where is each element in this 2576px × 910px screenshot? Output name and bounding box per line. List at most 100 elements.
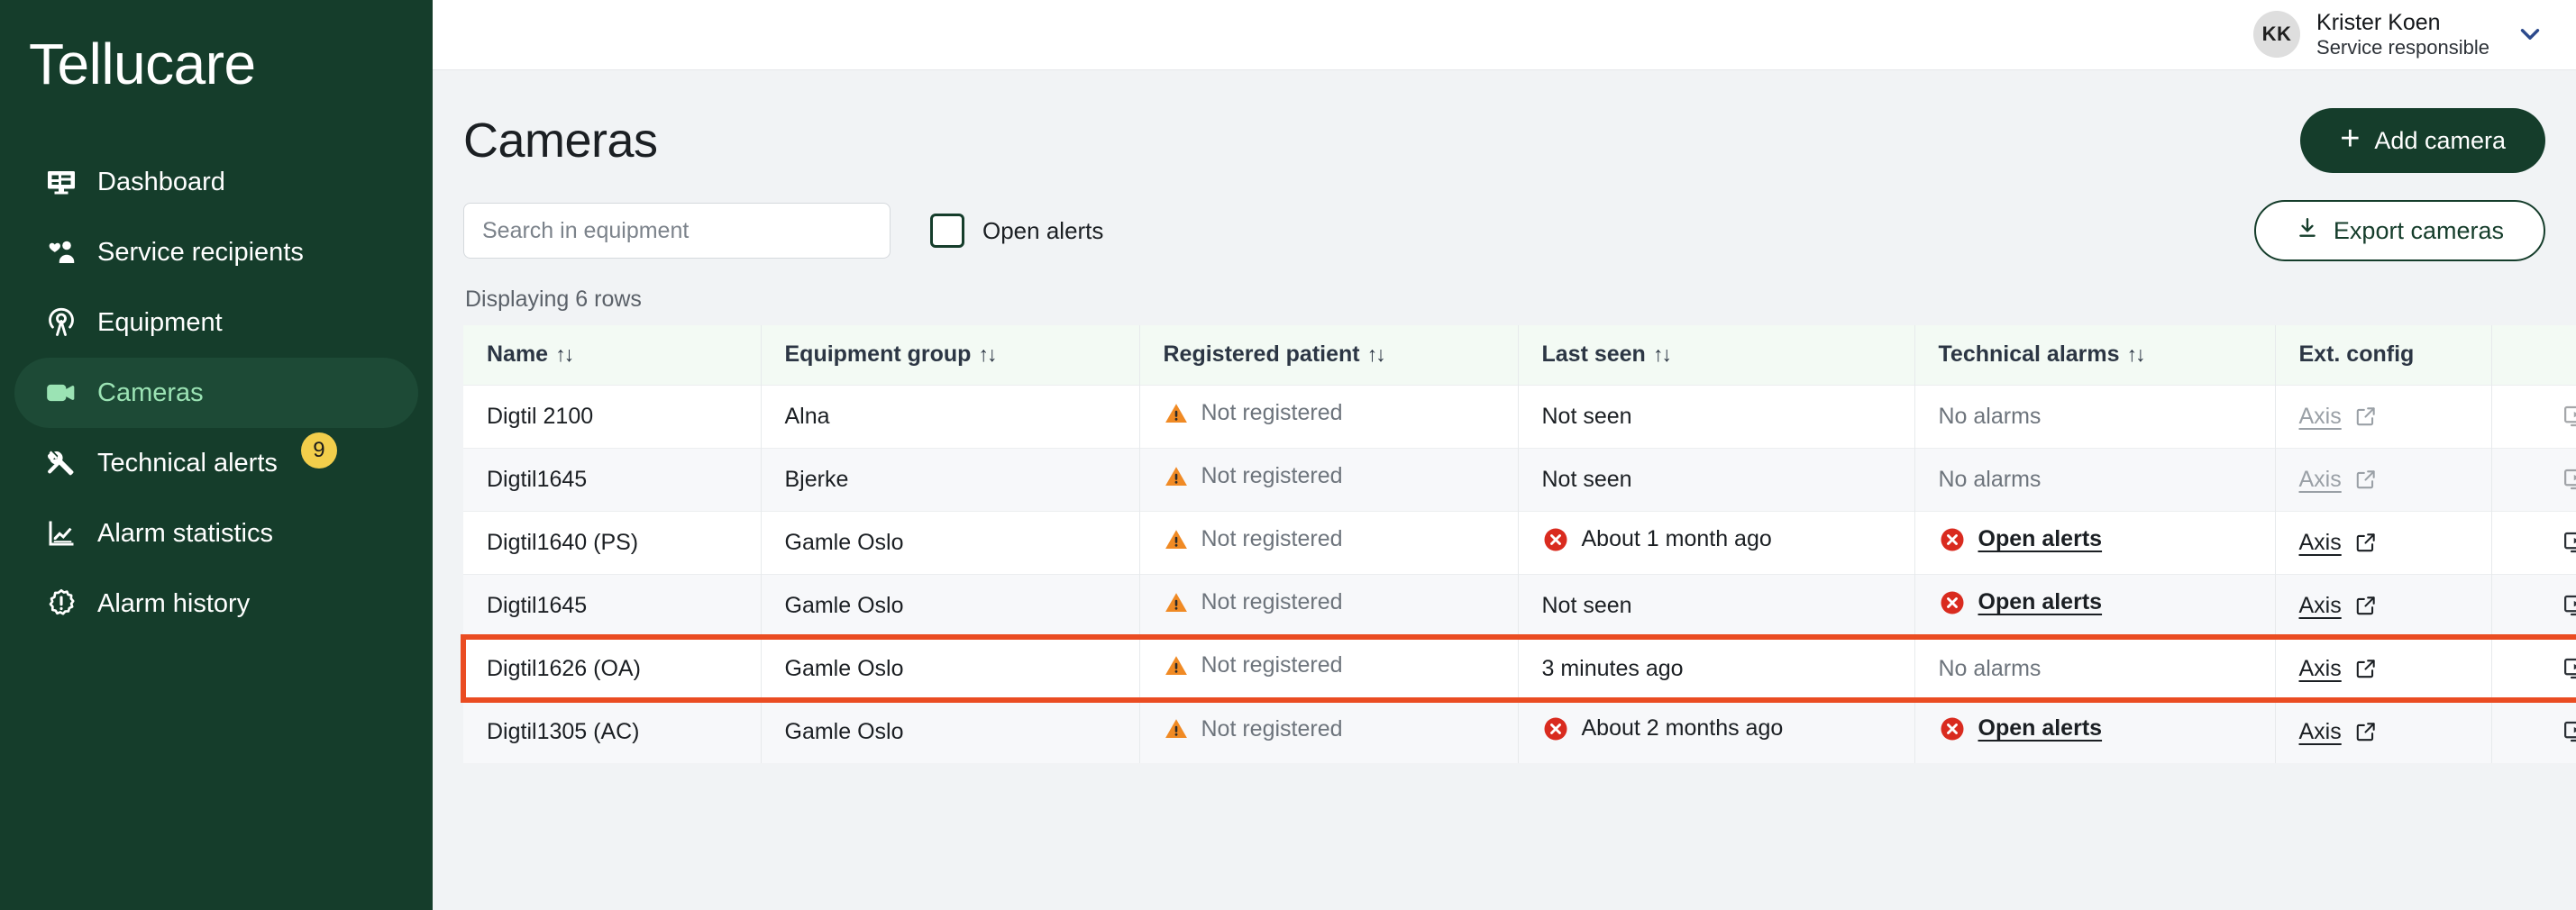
alert-burst-icon xyxy=(45,587,78,620)
ext-config-label: Axis xyxy=(2298,466,2342,492)
warning-triangle-icon xyxy=(1164,527,1189,552)
column-header-label: Last seen xyxy=(1541,341,1646,368)
column-header-last-seen[interactable]: Last seen ↑↓ xyxy=(1518,325,1915,385)
page-header: Cameras + Add camera xyxy=(463,70,2545,200)
monitor-play-icon[interactable] xyxy=(2554,458,2576,501)
registered-patient-status: Not registered xyxy=(1164,716,1343,742)
cell-technical-alarms: No alarms xyxy=(1914,384,2276,448)
add-camera-button[interactable]: + Add camera xyxy=(2300,108,2545,173)
column-header-registered-patient[interactable]: Registered patient ↑↓ xyxy=(1139,325,1519,385)
monitor-play-icon[interactable] xyxy=(2554,710,2576,753)
technical-alarms-status-text[interactable]: Open alerts xyxy=(1978,589,2103,615)
sidebar-item-label: Dashboard xyxy=(97,167,225,196)
cell-registered-patient: Not registered xyxy=(1139,510,1519,574)
last-seen-status: 3 minutes ago xyxy=(1542,656,1684,682)
last-seen-status-text: About 1 month ago xyxy=(1581,526,1772,551)
ext-config-label: Axis xyxy=(2298,529,2342,555)
technical-alarms-status[interactable]: Open alerts xyxy=(1939,715,2103,742)
user-role: Service responsible xyxy=(2316,36,2489,59)
ext-config-link[interactable]: Axis xyxy=(2299,593,2378,619)
cell-last-seen: 3 minutes ago xyxy=(1518,636,1915,700)
sidebar-item-equipment[interactable]: Equipment xyxy=(14,287,418,358)
cell-equipment-group: Gamle Oslo xyxy=(761,636,1140,700)
last-seen-status: Not seen xyxy=(1542,467,1632,493)
sort-arrows-icon[interactable]: ↑↓ xyxy=(978,342,997,366)
last-seen-status: About 2 months ago xyxy=(1542,715,1784,742)
technical-alarms-status[interactable]: Open alerts xyxy=(1939,589,2103,616)
cell-technical-alarms: Open alerts xyxy=(1914,573,2276,637)
column-header-name[interactable]: Name ↑↓ xyxy=(463,325,762,385)
external-link-icon xyxy=(2354,405,2378,428)
table-row[interactable]: Digtil1626 (OA) Gamle Oslo Not registered 3… xyxy=(463,636,2576,700)
filter-bar: Open alerts Export cameras xyxy=(463,200,2545,261)
cell-registered-patient: Not registered xyxy=(1139,573,1519,637)
column-header-equipment-group[interactable]: Equipment group ↑↓ xyxy=(761,325,1140,385)
column-header-label: Name xyxy=(487,341,549,368)
registered-patient-status-text: Not registered xyxy=(1201,589,1343,615)
table-row[interactable]: Digtil1645 Gamle Oslo Not registered Not se… xyxy=(463,573,2576,637)
sidebar-item-dashboard[interactable]: Dashboard xyxy=(14,147,418,217)
column-header-technical-alarms[interactable]: Technical alarms ↑↓ xyxy=(1914,325,2276,385)
main-area: KK Krister Koen Service responsible Came… xyxy=(433,0,2576,910)
registered-patient-status-text: Not registered xyxy=(1201,400,1343,426)
sidebar-item-alarm-history[interactable]: Alarm history xyxy=(14,569,418,639)
monitor-play-icon[interactable] xyxy=(2554,395,2576,438)
table-row[interactable]: Digtil1305 (AC) Gamle Oslo Not registered A… xyxy=(463,699,2576,763)
warning-triangle-icon xyxy=(1164,401,1189,426)
monitor-play-icon[interactable] xyxy=(2554,584,2576,627)
cell-technical-alarms: No alarms xyxy=(1914,636,2276,700)
cell-equipment-group: Bjerke xyxy=(761,447,1140,511)
search-input[interactable] xyxy=(463,203,891,259)
ext-config-link[interactable]: Axis xyxy=(2299,656,2378,682)
open-alerts-filter[interactable]: Open alerts xyxy=(930,214,1103,248)
sort-arrows-icon[interactable]: ↑↓ xyxy=(555,342,574,366)
sidebar-item-service-recipients[interactable]: Service recipients xyxy=(14,217,418,287)
table-row[interactable]: Digtil1640 (PS) Gamle Oslo Not registered A… xyxy=(463,510,2576,574)
cell-actions xyxy=(2491,636,2576,700)
sort-arrows-icon[interactable]: ↑↓ xyxy=(1367,342,1386,366)
open-alerts-checkbox[interactable] xyxy=(930,214,964,248)
last-seen-status-text: About 2 months ago xyxy=(1581,715,1784,742)
export-cameras-label: Export cameras xyxy=(2333,216,2504,244)
registered-patient-status: Not registered xyxy=(1164,589,1343,615)
technical-alarms-status[interactable]: Open alerts xyxy=(1939,526,2103,553)
cell-last-seen: Not seen xyxy=(1518,447,1915,511)
ext-config-link[interactable]: Axis xyxy=(2299,530,2378,556)
table-row[interactable]: Digtil 2100 Alna Not registered Not seen No … xyxy=(463,384,2576,448)
cell-equipment-group: Gamle Oslo xyxy=(761,573,1140,637)
cell-technical-alarms: Open alerts xyxy=(1914,510,2276,574)
export-cameras-button[interactable]: Export cameras xyxy=(2253,200,2545,261)
sidebar-item-label: Cameras xyxy=(97,378,204,407)
ext-config-label: Axis xyxy=(2298,655,2342,681)
cell-actions xyxy=(2491,510,2576,574)
technical-alarms-status-text: No alarms xyxy=(1938,655,2042,681)
monitor-play-icon[interactable] xyxy=(2554,647,2576,690)
sidebar-item-label: Alarm statistics xyxy=(97,518,273,548)
sort-arrows-icon[interactable]: ↑↓ xyxy=(1653,342,1672,366)
sidebar-item-label: Service recipients xyxy=(97,237,304,267)
cell-last-seen: About 2 months ago xyxy=(1518,699,1915,763)
table-row[interactable]: Digtil1645 Bjerke Not registered Not seen No… xyxy=(463,447,2576,511)
external-link-icon xyxy=(2354,720,2378,743)
cell-name: Digtil1640 (PS) xyxy=(463,510,762,574)
sidebar-item-alarm-statistics[interactable]: Alarm statistics xyxy=(14,498,418,569)
sidebar-item-cameras[interactable]: Cameras xyxy=(14,358,418,429)
ext-config-link[interactable]: Axis xyxy=(2299,719,2378,745)
warning-triangle-icon xyxy=(1164,653,1189,678)
sidebar-item-technical-alerts[interactable]: Technical alerts 9 xyxy=(14,428,418,498)
technical-alarms-status-text[interactable]: Open alerts xyxy=(1978,715,2103,742)
user-menu[interactable]: KK Krister Koen Service responsible xyxy=(2253,9,2545,60)
user-name: Krister Koen xyxy=(2316,9,2441,35)
add-camera-label: Add camera xyxy=(2374,126,2506,154)
ext-config-label: Axis xyxy=(2298,592,2342,618)
sort-arrows-icon[interactable]: ↑↓ xyxy=(2127,342,2146,366)
sidebar-item-label: Technical alerts xyxy=(97,448,278,478)
chevron-down-icon[interactable] xyxy=(2515,19,2545,50)
page-content: Cameras + Add camera Open alerts xyxy=(433,70,2576,910)
cell-ext-config: Axis xyxy=(2275,573,2492,637)
cell-last-seen: Not seen xyxy=(1518,573,1915,637)
technical-alarms-status-text[interactable]: Open alerts xyxy=(1978,526,2103,552)
monitor-play-icon[interactable] xyxy=(2554,521,2576,564)
app-root: Tellucare Dashboard Service recipients Equ… xyxy=(0,0,2576,910)
cell-ext-config: Axis xyxy=(2275,447,2492,511)
